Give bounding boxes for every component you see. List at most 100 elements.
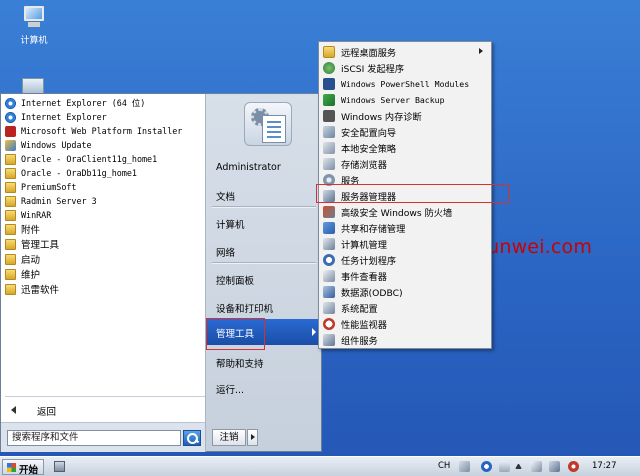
- submenu-item[interactable]: 存储浏览器: [319, 156, 491, 172]
- user-name-link[interactable]: Administrator: [216, 162, 281, 173]
- share-storage-icon: [323, 222, 335, 234]
- volume-icon[interactable]: [568, 461, 579, 472]
- event-viewer-icon: [323, 270, 335, 282]
- keyboard-icon[interactable]: [459, 461, 470, 472]
- security-wizard-icon: [323, 126, 335, 138]
- action-center-icon[interactable]: [531, 461, 542, 472]
- submenu-item[interactable]: 本地安全策略: [319, 140, 491, 156]
- program-folder[interactable]: 管理工具: [5, 237, 59, 251]
- program-folder[interactable]: 迅雷软件: [5, 282, 59, 296]
- server-manager-icon[interactable]: [54, 461, 65, 472]
- folder-icon: [5, 195, 16, 207]
- help-icon[interactable]: [481, 461, 492, 472]
- chevron-right-icon: [312, 328, 316, 336]
- backup-icon: [323, 94, 335, 106]
- folder-icon: [5, 238, 16, 250]
- shutdown-area: 注销: [205, 422, 321, 452]
- folder-icon: [5, 223, 16, 235]
- annotation-highlight-box: [206, 318, 265, 350]
- shutdown-options-button[interactable]: [247, 429, 258, 446]
- internet-explorer-icon: [5, 97, 16, 109]
- submenu-item[interactable]: 安全配置向导: [319, 124, 491, 140]
- submenu-item[interactable]: 高级安全 Windows 防火墙: [319, 204, 491, 220]
- odbc-icon: [323, 286, 335, 298]
- computer-icon: [20, 4, 48, 30]
- devices-printers-link[interactable]: 设备和打印机: [216, 301, 273, 315]
- computer-link[interactable]: 计算机: [216, 217, 245, 231]
- submenu-item[interactable]: Windows 内存诊断: [319, 108, 491, 124]
- submenu-item[interactable]: 事件查看器: [319, 268, 491, 284]
- program-item[interactable]: Internet Explorer: [5, 110, 107, 124]
- help-support-link[interactable]: 帮助和支持: [216, 356, 264, 370]
- submenu-item[interactable]: Windows Server Backup: [319, 92, 491, 108]
- annotation-highlight-box: [316, 184, 509, 203]
- desktop-icon-computer[interactable]: 计算机: [8, 4, 60, 46]
- control-panel-link[interactable]: 控制面板: [216, 273, 254, 287]
- program-item[interactable]: Windows Update: [5, 138, 92, 152]
- clock[interactable]: 17:27: [592, 461, 617, 471]
- web-platform-icon: [5, 125, 16, 137]
- folder-icon: [5, 209, 16, 221]
- computer-management-icon: [323, 238, 335, 250]
- back-button[interactable]: 返回: [1, 399, 205, 422]
- windows-logo-icon: [7, 463, 16, 472]
- submenu-item[interactable]: 系统配置: [319, 300, 491, 316]
- program-folder[interactable]: 维护: [5, 267, 40, 281]
- user-picture[interactable]: [244, 102, 292, 146]
- performance-monitor-icon: [323, 318, 335, 330]
- network-icon[interactable]: [549, 461, 560, 472]
- show-hidden-icons-icon[interactable]: [515, 464, 522, 469]
- submenu-item[interactable]: iSCSI 发起程序: [319, 60, 491, 76]
- internet-explorer-icon: [5, 111, 16, 123]
- search-icon[interactable]: [183, 430, 201, 446]
- program-item[interactable]: Microsoft Web Platform Installer: [5, 124, 182, 138]
- submenu-item[interactable]: 数据源(ODBC): [319, 284, 491, 300]
- documents-link[interactable]: 文档: [216, 189, 235, 203]
- divider: [212, 206, 316, 207]
- storage-explorer-icon: [323, 158, 335, 170]
- back-label: 返回: [37, 407, 57, 418]
- submenu-item[interactable]: 共享和存储管理: [319, 220, 491, 236]
- submenu-item[interactable]: 性能监视器: [319, 316, 491, 332]
- program-folder[interactable]: 附件: [5, 222, 40, 236]
- network-link[interactable]: 网络: [216, 245, 235, 259]
- recycle-bin-icon[interactable]: [22, 78, 44, 94]
- document-icon: [262, 115, 286, 143]
- desktop-icon-label: 计算机: [20, 36, 48, 46]
- options-icon[interactable]: [499, 461, 510, 472]
- submenu-item[interactable]: 计算机管理: [319, 236, 491, 252]
- folder-icon: [5, 181, 16, 193]
- component-services-icon: [323, 334, 335, 346]
- submenu-item[interactable]: 任务计划程序: [319, 252, 491, 268]
- folder-icon: [5, 283, 16, 295]
- submenu-item[interactable]: 组件服务: [319, 332, 491, 348]
- language-indicator[interactable]: CH: [438, 461, 450, 471]
- folder-icon: [323, 46, 335, 58]
- powershell-icon: [323, 78, 335, 90]
- system-config-icon: [323, 302, 335, 314]
- windows-update-icon: [5, 139, 16, 151]
- program-folder[interactable]: Oracle - OraClient11g_home1: [5, 152, 157, 166]
- submenu-item[interactable]: 远程桌面服务: [319, 44, 491, 60]
- folder-icon: [5, 268, 16, 280]
- search-bar: 搜索程序和文件: [1, 422, 205, 452]
- back-arrow-icon: [11, 406, 16, 414]
- program-folder[interactable]: Oracle - OraDb11g_home1: [5, 166, 137, 180]
- iscsi-icon: [323, 62, 335, 74]
- folder-icon: [5, 167, 16, 179]
- run-link[interactable]: 运行...: [216, 382, 244, 396]
- start-menu-right-pane: Administrator 文档 计算机 网络 控制面板 设备和打印机 管理工具…: [205, 94, 322, 451]
- search-input[interactable]: 搜索程序和文件: [7, 430, 181, 446]
- start-button[interactable]: 开始: [2, 459, 44, 476]
- start-menu: Internet Explorer (64 位) Internet Explor…: [0, 93, 322, 452]
- folder-icon: [5, 153, 16, 165]
- program-folder[interactable]: WinRAR: [5, 208, 51, 222]
- start-label: 开始: [19, 465, 39, 476]
- submenu-item[interactable]: Windows PowerShell Modules: [319, 76, 491, 92]
- program-folder[interactable]: PremiumSoft: [5, 180, 76, 194]
- program-item[interactable]: Internet Explorer (64 位): [5, 96, 145, 110]
- security-policy-icon: [323, 142, 335, 154]
- program-folder[interactable]: Radmin Server 3: [5, 194, 97, 208]
- program-folder[interactable]: 启动: [5, 252, 40, 266]
- logoff-button[interactable]: 注销: [212, 429, 246, 446]
